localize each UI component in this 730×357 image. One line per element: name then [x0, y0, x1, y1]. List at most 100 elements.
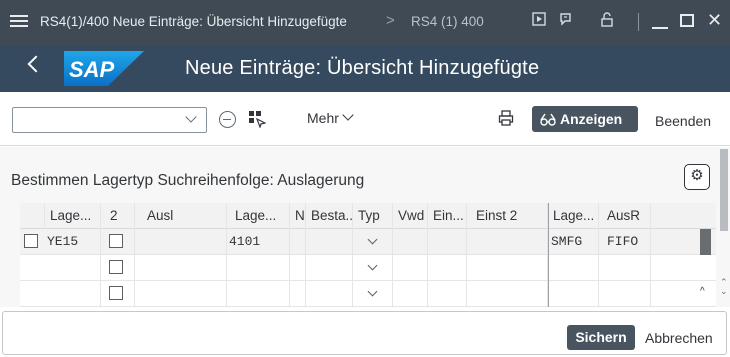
footer-toolbar: Sichern Abbrechen [2, 311, 727, 355]
cell-type-dropdown[interactable] [353, 281, 393, 307]
cell-setting-1[interactable] [428, 229, 467, 255]
cell-n[interactable] [290, 229, 306, 255]
column-header[interactable]: Ausl [135, 203, 227, 229]
footer-bar: Sichern Abbrechen [0, 307, 730, 357]
cell-stock[interactable] [306, 281, 353, 307]
table-row[interactable]: YE15 4101 SMFG FIFO [20, 229, 716, 255]
cell-storage-type[interactable] [42, 281, 101, 307]
table-header: Lage... 2 Ausl Lage... N Besta... Typ Vw… [20, 203, 716, 229]
window-title: RS4(1)/400 Neue Einträge: Übersicht Hinz… [40, 14, 347, 29]
cell-storage[interactable] [548, 255, 599, 281]
cell-type-dropdown[interactable] [353, 229, 393, 255]
chevron-down-icon[interactable] [367, 234, 378, 245]
save-button[interactable]: Sichern [567, 325, 635, 350]
cell-n[interactable] [290, 281, 306, 307]
column-header[interactable]: Lage... [227, 203, 290, 229]
select-all-icon[interactable] [249, 111, 266, 128]
exit-button[interactable]: Beenden [655, 113, 711, 129]
cell-removal[interactable] [135, 255, 227, 281]
system-info: RS4 (1) 400 [411, 14, 484, 29]
column-header[interactable]: Lage... [45, 203, 101, 229]
view-select[interactable] [12, 107, 207, 133]
cell-flag[interactable] [101, 255, 135, 281]
chevron-down-icon[interactable] [185, 111, 197, 123]
title-bar-divider [638, 13, 639, 31]
delete-row-icon[interactable] [219, 111, 236, 128]
column-header[interactable]: Besta... [306, 203, 353, 229]
more-chevron-icon [342, 109, 354, 121]
minimize-icon[interactable] [652, 27, 668, 29]
table-scrollbar-thumb[interactable] [700, 229, 711, 255]
maximize-icon[interactable] [680, 14, 694, 27]
page-scrollbar-thumb[interactable] [720, 149, 728, 231]
close-icon[interactable]: ✕ [707, 10, 722, 31]
cell-storage[interactable] [548, 281, 599, 307]
cell-removal[interactable] [135, 281, 227, 307]
sap-logo-text: SAP [69, 57, 115, 82]
flag-checkbox[interactable] [109, 234, 123, 248]
cell-storage-type[interactable]: YE15 [42, 229, 101, 255]
chevron-down-icon[interactable] [367, 286, 378, 297]
cell-setting-2[interactable] [467, 255, 548, 281]
cell-usage[interactable] [393, 255, 428, 281]
column-header[interactable]: Vwd [393, 203, 428, 229]
cell-n[interactable] [290, 255, 306, 281]
page-title: Neue Einträge: Übersicht Hinzugefügte [185, 57, 540, 79]
content-area: Bestimmen Lagertyp Suchreihenfolge: Ausl… [0, 147, 730, 307]
fixed-column-divider [548, 203, 549, 307]
toolbar: Mehr Anzeigen Beenden [0, 92, 730, 146]
row-selector-checkbox[interactable] [24, 234, 38, 248]
chevron-down-icon[interactable] [367, 260, 378, 271]
cell-type-dropdown[interactable] [353, 255, 393, 281]
cell-removal-rule[interactable]: FIFO [599, 229, 651, 255]
cell-warehouse[interactable] [227, 281, 290, 307]
cell-removal-rule[interactable] [599, 255, 651, 281]
column-header[interactable]: Ein... [428, 203, 467, 229]
cell-setting-2[interactable] [467, 229, 548, 255]
column-header[interactable]: Lage... [548, 203, 599, 229]
lock-icon[interactable] [598, 12, 616, 30]
print-icon[interactable] [498, 110, 514, 131]
column-header[interactable]: 2 [101, 203, 135, 229]
play-icon[interactable] [530, 12, 548, 30]
display-button[interactable]: Anzeigen [532, 106, 638, 132]
cell-usage[interactable] [393, 281, 428, 307]
cell-storage[interactable]: SMFG [548, 229, 599, 255]
column-header[interactable]: Einst 2 [467, 203, 548, 229]
flag-checkbox[interactable] [109, 286, 123, 300]
cell-storage-type[interactable] [42, 255, 101, 281]
table-settings-icon[interactable]: ⚙ [684, 164, 710, 190]
sap-logo: SAP [64, 51, 144, 86]
cell-stock[interactable] [306, 229, 353, 255]
cell-flag[interactable] [101, 281, 135, 307]
customize-icon[interactable] [557, 12, 575, 30]
table-row[interactable] [20, 255, 716, 281]
page-scroll-arrows-icon[interactable]: ⌃ ⌄ [720, 278, 728, 296]
table-row[interactable] [20, 281, 716, 307]
glasses-icon [539, 106, 557, 132]
data-table: Lage... 2 Ausl Lage... N Besta... Typ Vw… [20, 203, 716, 307]
cell-warehouse[interactable] [227, 255, 290, 281]
back-arrow-icon[interactable] [27, 55, 45, 73]
window-title-bar: RS4(1)/400 Neue Einträge: Übersicht Hinz… [0, 0, 730, 46]
cell-stock[interactable] [306, 255, 353, 281]
cell-usage[interactable] [393, 229, 428, 255]
menu-icon[interactable] [10, 12, 28, 30]
display-button-label: Anzeigen [560, 111, 623, 127]
cell-flag[interactable] [101, 229, 135, 255]
cancel-button[interactable]: Abbrechen [645, 330, 713, 346]
empty-column [651, 203, 716, 229]
more-menu-button[interactable]: Mehr [307, 110, 339, 126]
select-all-column[interactable] [20, 203, 45, 229]
cell-setting-1[interactable] [428, 255, 467, 281]
scroll-up-icon[interactable]: ^ [700, 286, 705, 297]
cell-setting-1[interactable] [428, 281, 467, 307]
cell-removal-rule[interactable] [599, 281, 651, 307]
column-header[interactable]: Typ [353, 203, 393, 229]
cell-warehouse[interactable]: 4101 [227, 229, 290, 255]
cell-removal[interactable] [135, 229, 227, 255]
column-header[interactable]: AusR [599, 203, 651, 229]
column-header[interactable]: N [290, 203, 306, 229]
cell-setting-2[interactable] [467, 281, 548, 307]
flag-checkbox[interactable] [109, 260, 123, 274]
